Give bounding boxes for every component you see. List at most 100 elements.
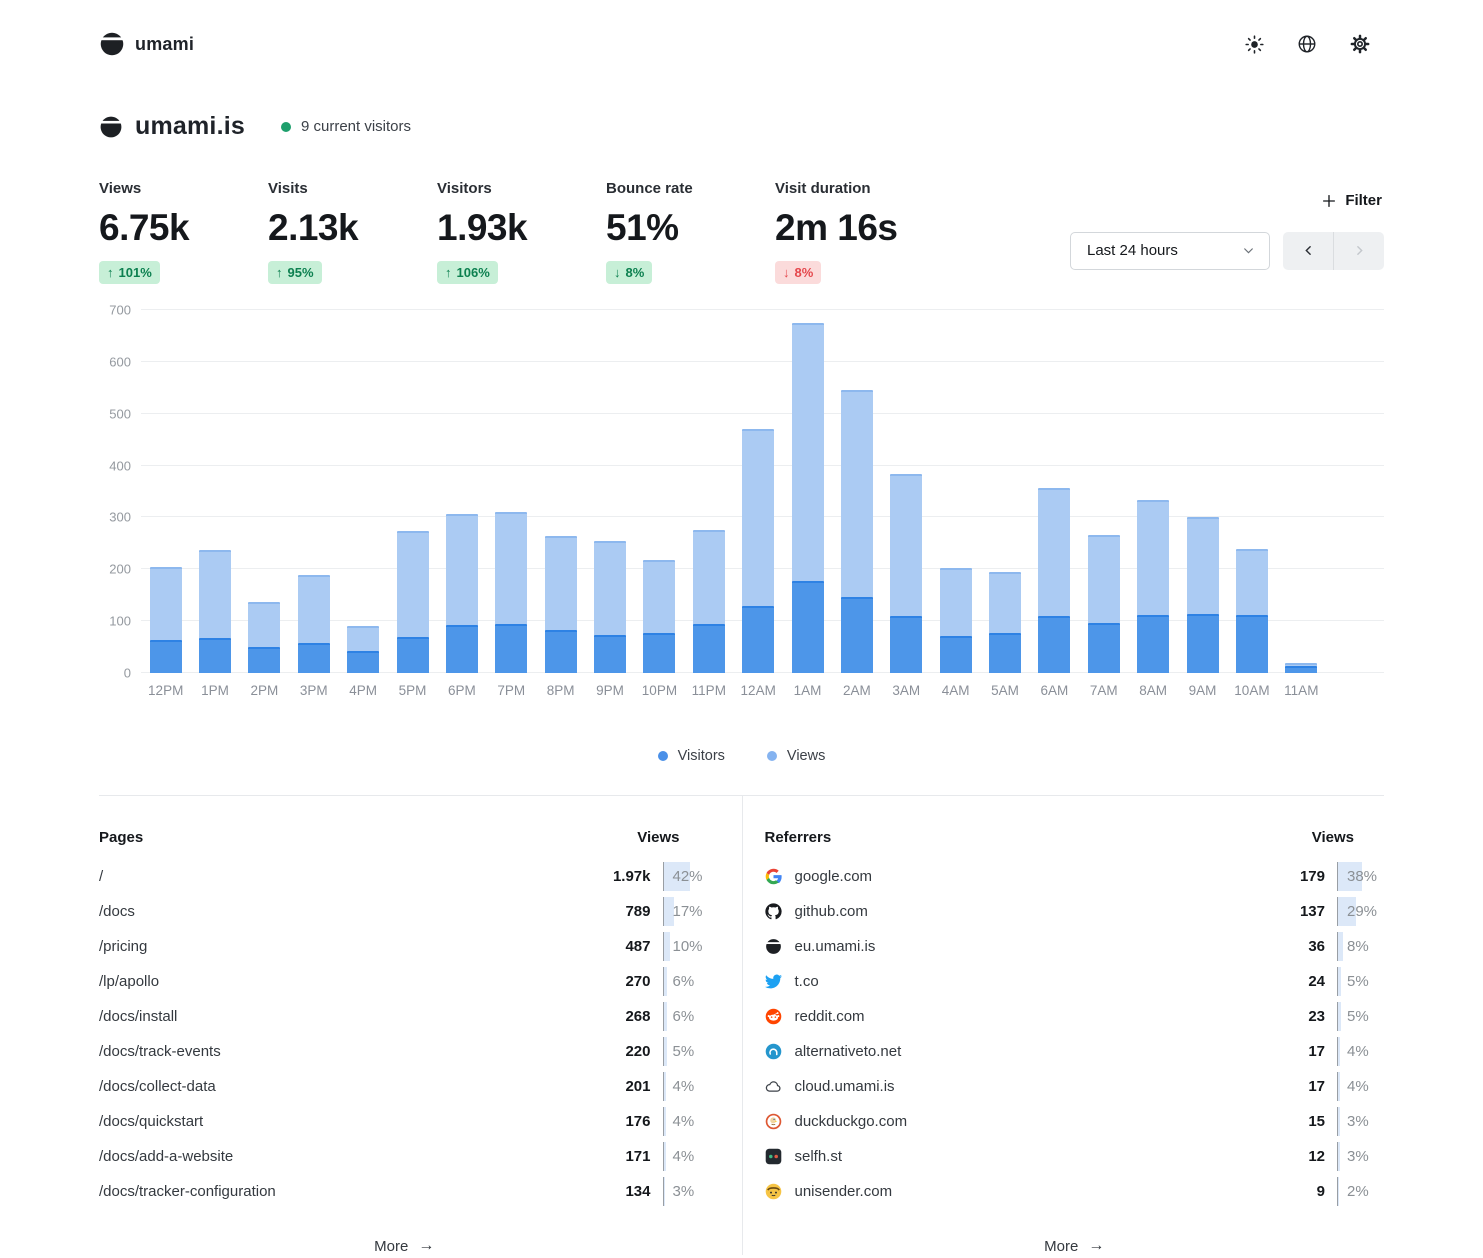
chart-bar-group[interactable] (388, 310, 437, 673)
percent-cell: 4% (663, 1107, 710, 1136)
page-link[interactable]: /docs/tracker-configuration (99, 1183, 597, 1200)
page-row: /docs/tracker-configuration1343% (99, 1174, 710, 1209)
chart-bar-group[interactable] (931, 310, 980, 673)
chart-bar-group[interactable] (536, 310, 585, 673)
referrer-link[interactable]: alternativeto.net (765, 1043, 1272, 1060)
chart-bar-group[interactable] (832, 310, 881, 673)
pages-title: Pages (99, 829, 637, 846)
page-link[interactable]: /pricing (99, 938, 597, 955)
page-link[interactable]: /docs/collect-data (99, 1078, 597, 1095)
page-link[interactable]: /docs (99, 903, 597, 920)
chart-bar-group[interactable] (487, 310, 536, 673)
prev-period-button[interactable] (1283, 232, 1333, 270)
theme-toggle-button[interactable] (1244, 34, 1264, 54)
percent-cell: 6% (663, 1002, 710, 1031)
visitors-bar (594, 635, 626, 673)
metric-views: Views 6.75k ↑101% (99, 180, 268, 284)
language-button[interactable] (1297, 34, 1317, 54)
chart-bar-group[interactable] (1227, 310, 1276, 673)
x-axis-tick-label: 9PM (585, 683, 634, 698)
page-row: /docs/track-events2205% (99, 1034, 710, 1069)
umami-brand-link[interactable]: umami (99, 31, 194, 57)
traffic-chart: 0100200300400500600700 (99, 310, 1384, 673)
chart-bar-group[interactable] (1030, 310, 1079, 673)
chart-bar-group[interactable] (240, 310, 289, 673)
referrer-row: selfh.st123% (765, 1139, 1385, 1174)
page-link[interactable]: /docs/track-events (99, 1043, 597, 1060)
chart-bar-group[interactable] (190, 310, 239, 673)
visitors-bar (693, 624, 725, 673)
page-link[interactable]: / (99, 868, 597, 885)
percent-cell: 4% (663, 1142, 710, 1171)
chart-bar-group[interactable] (684, 310, 733, 673)
referrer-link[interactable]: eu.umami.is (765, 938, 1272, 955)
active-visitors-dot-icon (281, 122, 291, 132)
referrers-more-button[interactable]: More→ (765, 1237, 1385, 1255)
y-axis-tick-label: 600 (109, 354, 131, 369)
chart-bar-group[interactable] (882, 310, 931, 673)
x-axis-tick-label: 10AM (1227, 683, 1276, 698)
page-link[interactable]: /lp/apollo (99, 973, 597, 990)
chart-bar-group[interactable] (437, 310, 486, 673)
metric-change-badge: ↑95% (268, 261, 322, 284)
chart-bar-group[interactable] (783, 310, 832, 673)
brand-name: umami (135, 34, 194, 55)
referrer-link[interactable]: cloud.umami.is (765, 1078, 1272, 1095)
site-title-link[interactable]: umami.is (135, 112, 245, 141)
chart-bar-group[interactable] (1178, 310, 1227, 673)
x-axis-tick-label: 4PM (339, 683, 388, 698)
filter-button[interactable]: Filter (1319, 188, 1384, 213)
arrow-right-icon: → (1088, 1237, 1104, 1255)
x-axis-labels: 12PM1PM2PM3PM4PM5PM6PM7PM8PM9PM10PM11PM1… (141, 683, 1326, 698)
arrow-right-icon: → (418, 1237, 434, 1255)
chart-bar-group[interactable] (1079, 310, 1128, 673)
date-range-value: Last 24 hours (1087, 242, 1178, 259)
referrer-row: t.co245% (765, 964, 1385, 999)
next-period-button[interactable] (1333, 232, 1384, 270)
referrer-link[interactable]: duckduckgo.com (765, 1113, 1272, 1130)
chart-bar-group[interactable] (339, 310, 388, 673)
chart-bar-group[interactable] (635, 310, 684, 673)
percent-cell: 5% (1337, 1002, 1384, 1031)
legend-item-views[interactable]: Views (767, 748, 825, 764)
referrer-link[interactable]: reddit.com (765, 1008, 1272, 1025)
visitors-legend-dot-icon (658, 751, 668, 761)
page-link[interactable]: /docs/install (99, 1008, 597, 1025)
visitors-bar (989, 633, 1021, 673)
page-row: /docs/collect-data2014% (99, 1069, 710, 1104)
x-axis-tick-label: 6AM (1030, 683, 1079, 698)
pages-more-button[interactable]: More→ (99, 1237, 710, 1255)
views-count: 15 (1271, 1113, 1337, 1130)
page-link[interactable]: /docs/add-a-website (99, 1148, 597, 1165)
referrer-link[interactable]: google.com (765, 868, 1272, 885)
chart-bar-group[interactable] (141, 310, 190, 673)
chart-bar-group[interactable] (289, 310, 338, 673)
page-link[interactable]: /docs/quickstart (99, 1113, 597, 1130)
metric-change-badge: ↓8% (775, 261, 821, 284)
chart-bar-group[interactable] (1129, 310, 1178, 673)
settings-button[interactable] (1350, 34, 1370, 54)
chart-bar-group[interactable] (980, 310, 1029, 673)
referrer-link[interactable]: selfh.st (765, 1148, 1272, 1165)
y-axis-tick-label: 300 (109, 510, 131, 525)
x-axis-tick-label: 5AM (980, 683, 1029, 698)
referrer-link[interactable]: t.co (765, 973, 1272, 990)
visitors-bar (347, 651, 379, 673)
referrer-link[interactable]: unisender.com (765, 1183, 1272, 1200)
site-header: umami.is 9 current visitors (99, 112, 1384, 141)
active-visitors-text[interactable]: 9 current visitors (301, 118, 411, 135)
pages-table: Pages Views /1.97k42%/docs78917%/pricing… (99, 796, 742, 1255)
chart-bar-group[interactable] (1277, 310, 1326, 673)
referrers-views-header: Views (1312, 829, 1384, 846)
x-axis-tick-label: 12PM (141, 683, 190, 698)
alternativeto-favicon-icon (765, 1043, 782, 1060)
referrer-link[interactable]: github.com (765, 903, 1272, 920)
globe-icon (1297, 34, 1317, 54)
legend-item-visitors[interactable]: Visitors (658, 748, 725, 764)
date-range-dropdown[interactable]: Last 24 hours (1070, 232, 1270, 270)
x-axis-tick-label: 10PM (635, 683, 684, 698)
chart-bar-group[interactable] (585, 310, 634, 673)
visitors-bar (792, 581, 824, 673)
chart-bar-group[interactable] (734, 310, 783, 673)
views-count: 17 (1271, 1043, 1337, 1060)
